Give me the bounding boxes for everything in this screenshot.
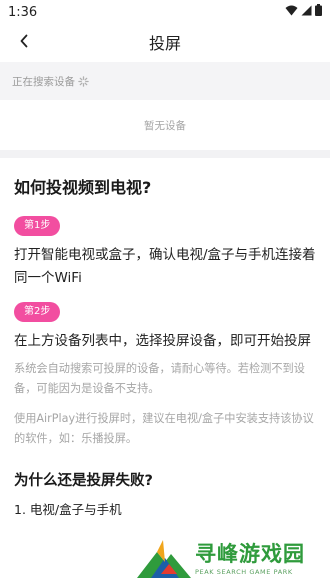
chevron-left-icon xyxy=(19,33,29,52)
scan-header: 正在搜索设备 xyxy=(0,62,330,100)
help-note-1: 系统会自动搜索可投屏的设备，请耐心等待。若检测不到设备，可能因为是设备不支持。 xyxy=(14,362,305,395)
step1-text: 打开智能电视或盒子，确认电视/盒子与手机连接着同一个WiFi xyxy=(14,247,316,286)
watermark-cn: 寻峰游戏园 xyxy=(195,541,305,566)
help-note-2: 使用AirPlay进行投屏时，建议在电视/盒子中安装支持该协议的软件，如：乐播投… xyxy=(14,412,314,445)
section-divider xyxy=(0,150,330,158)
watermark-text: 寻峰游戏园 PEAK SEARCH GAME PARK xyxy=(195,541,305,577)
mountain-logo-icon xyxy=(135,534,193,584)
empty-device-text: 暂无设备 xyxy=(144,119,186,132)
step2-badge: 第2步 xyxy=(14,302,61,322)
back-button[interactable] xyxy=(12,30,36,54)
help-title: 如何投视频到电视? xyxy=(14,178,152,197)
wifi-icon xyxy=(285,5,298,20)
watermark: 寻峰游戏园 PEAK SEARCH GAME PARK xyxy=(135,531,330,586)
step2-text: 在上方设备列表中，选择投屏设备，即可开始投屏 xyxy=(14,333,311,349)
failure-reason-1: 1. 电视/盒子与手机 xyxy=(14,502,122,517)
step1-badge: 第1步 xyxy=(14,216,61,236)
status-icons xyxy=(285,4,322,20)
app-bar: 投屏 xyxy=(0,24,330,60)
failure-section-title: 为什么还是投屏失败? xyxy=(14,473,153,489)
device-list: 暂无设备 xyxy=(0,100,330,150)
watermark-en: PEAK SEARCH GAME PARK xyxy=(195,567,293,576)
page-title: 投屏 xyxy=(148,34,181,53)
scan-label: 正在搜索设备 xyxy=(12,75,75,88)
loading-spinner-icon xyxy=(78,75,89,87)
status-time: 1:36 xyxy=(8,4,38,20)
battery-icon xyxy=(315,4,322,20)
help-section: 如何投视频到电视? 第1步 打开智能电视或盒子，确认电视/盒子与手机连接着同一个… xyxy=(0,176,330,521)
signal-icon xyxy=(301,5,312,20)
status-bar: 1:36 xyxy=(0,0,330,24)
